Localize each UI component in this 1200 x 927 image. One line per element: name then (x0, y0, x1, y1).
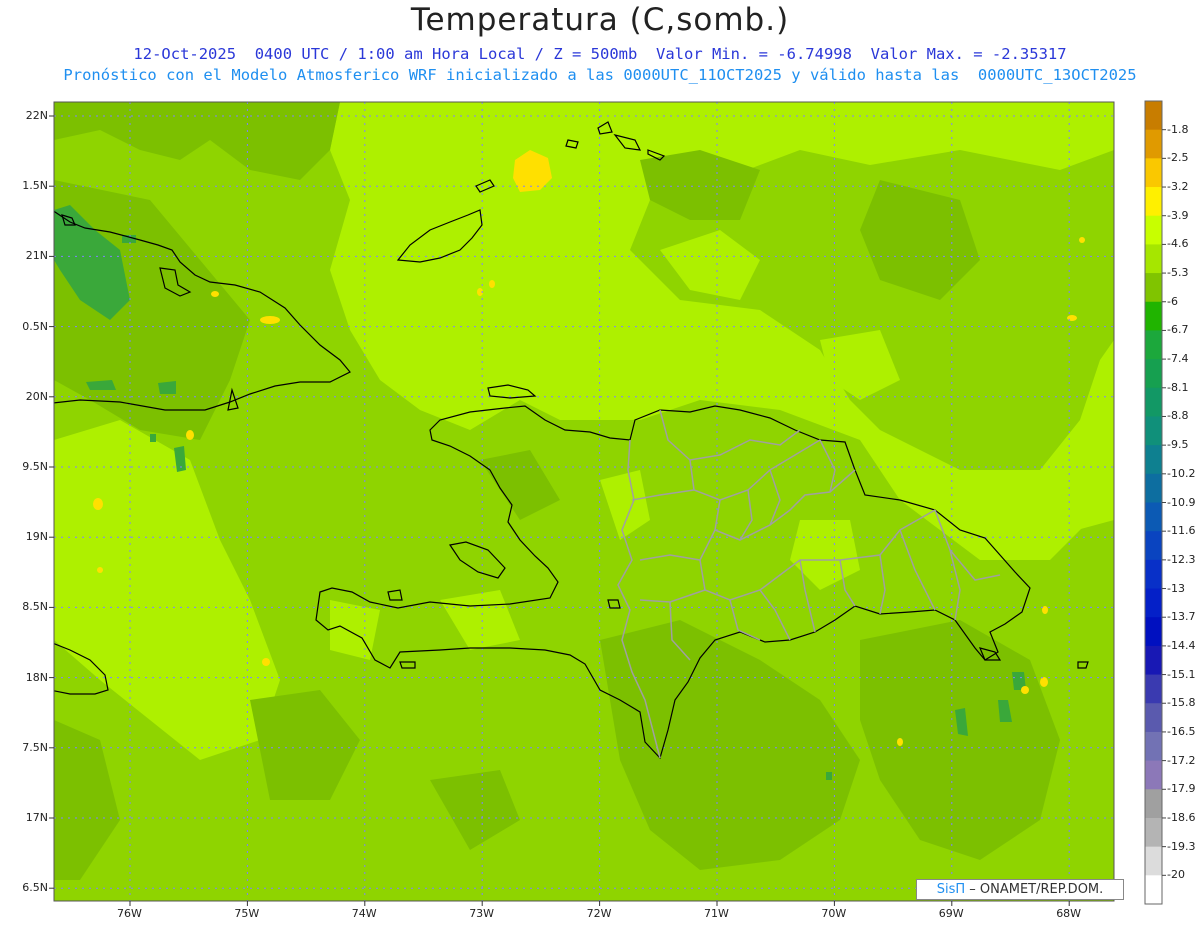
colorbar-label: -18.6 (1167, 810, 1196, 824)
colorbar-swatch (1145, 101, 1162, 131)
colorbar-label: -16.5 (1167, 724, 1196, 738)
colorbar-swatch (1145, 674, 1162, 704)
colorbar-label: -10.2 (1167, 466, 1196, 480)
colorbar-label: -11.6 (1167, 524, 1196, 538)
lat-label: 6.5N (22, 881, 48, 895)
colorbar-swatch (1145, 789, 1162, 819)
colorbar-label: -12.3 (1167, 552, 1196, 566)
lon-label: 72W (586, 907, 612, 920)
colorbar-label: -8.1 (1167, 380, 1189, 394)
lat-label: 8.5N (22, 600, 48, 614)
colorbar-swatch (1145, 215, 1162, 245)
lat-label: 20N (25, 389, 48, 403)
colorbar-label: -8.8 (1167, 409, 1189, 423)
colorbar-label: -3.2 (1167, 180, 1189, 194)
lon-label: 75W (234, 907, 260, 920)
lon-label: 68W (1056, 907, 1082, 920)
lat-label: 18N (25, 670, 48, 684)
colorbar-swatch (1145, 846, 1162, 876)
colorbar-swatch (1145, 760, 1162, 790)
colorbar-swatch (1145, 473, 1162, 503)
temperature-map (49, 100, 1166, 906)
lon-label: 74W (351, 907, 377, 920)
lon-label: 71W (704, 907, 729, 920)
sispi-logo-text: SisΠ (936, 882, 966, 897)
colorbar-swatch (1145, 502, 1162, 532)
colorbar-swatch (1145, 875, 1162, 905)
colorbar-swatch (1145, 445, 1162, 475)
colorbar-swatch (1145, 244, 1162, 274)
colorbar-label: -19.3 (1167, 839, 1196, 853)
colorbar-label: -15.8 (1167, 696, 1196, 710)
colorbar-swatch (1145, 330, 1162, 360)
colorbar-label: -4.6 (1167, 237, 1189, 251)
colorbar-label: -7.4 (1167, 352, 1189, 366)
colorbar-label: -5.3 (1167, 266, 1189, 280)
colorbar-swatch (1145, 273, 1162, 303)
colorbar-swatch (1145, 531, 1162, 561)
credit-box: SisΠ – ONAMET/REP.DOM. (916, 879, 1124, 900)
lat-label: 21N (25, 249, 48, 263)
colorbar-swatch (1145, 387, 1162, 417)
lat-label: 22N (25, 109, 48, 122)
lat-label: 7.5N (22, 740, 48, 754)
lon-label: 76W (117, 907, 142, 920)
colorbar-label: -9.5 (1167, 438, 1189, 452)
colorbar-label: -6.7 (1167, 323, 1189, 337)
colorbar-label: -6 (1167, 294, 1178, 308)
lat-label: 9.5N (22, 460, 48, 473)
lon-label: 70W (821, 907, 847, 920)
lon-label: 73W (469, 907, 495, 920)
colorbar-label: -15.1 (1167, 667, 1196, 681)
lat-label: 19N (25, 530, 48, 544)
colorbar-swatch (1145, 129, 1162, 159)
colorbar-swatch (1145, 817, 1162, 848)
lat-label: 0.5N (22, 319, 48, 333)
colorbar-label: -14.4 (1167, 638, 1196, 652)
colorbar-label: -10.9 (1167, 495, 1196, 509)
colorbar-swatch (1145, 301, 1162, 331)
colorbar-label: -2.5 (1167, 151, 1189, 165)
colorbar-swatch (1145, 187, 1162, 217)
colorbar-label: -13.7 (1167, 610, 1196, 624)
colorbar-swatch (1145, 731, 1162, 762)
colorbar (1144, 100, 1166, 905)
colorbar-swatch (1145, 359, 1162, 389)
colorbar-label: -3.9 (1167, 208, 1189, 222)
credit-text: – ONAMET/REP.DOM. (965, 882, 1104, 897)
colorbar-label: -13 (1167, 581, 1185, 595)
colorbar-swatch (1145, 703, 1162, 733)
colorbar-swatch (1145, 645, 1162, 676)
colorbar-swatch (1145, 617, 1162, 647)
colorbar-label: -20 (1167, 868, 1185, 882)
lat-label: 17N (25, 811, 48, 824)
temperature-field (54, 102, 1114, 901)
colorbar-swatch (1145, 559, 1162, 590)
colorbar-label: -1.8 (1167, 122, 1189, 136)
colorbar-label: -17.2 (1167, 753, 1196, 767)
lon-label: 69W (938, 907, 964, 920)
colorbar-swatch (1145, 416, 1162, 446)
colorbar-swatch (1145, 158, 1162, 188)
lat-label: 1.5N (22, 179, 48, 193)
colorbar-swatch (1145, 588, 1162, 618)
colorbar-label: -17.9 (1167, 782, 1196, 796)
